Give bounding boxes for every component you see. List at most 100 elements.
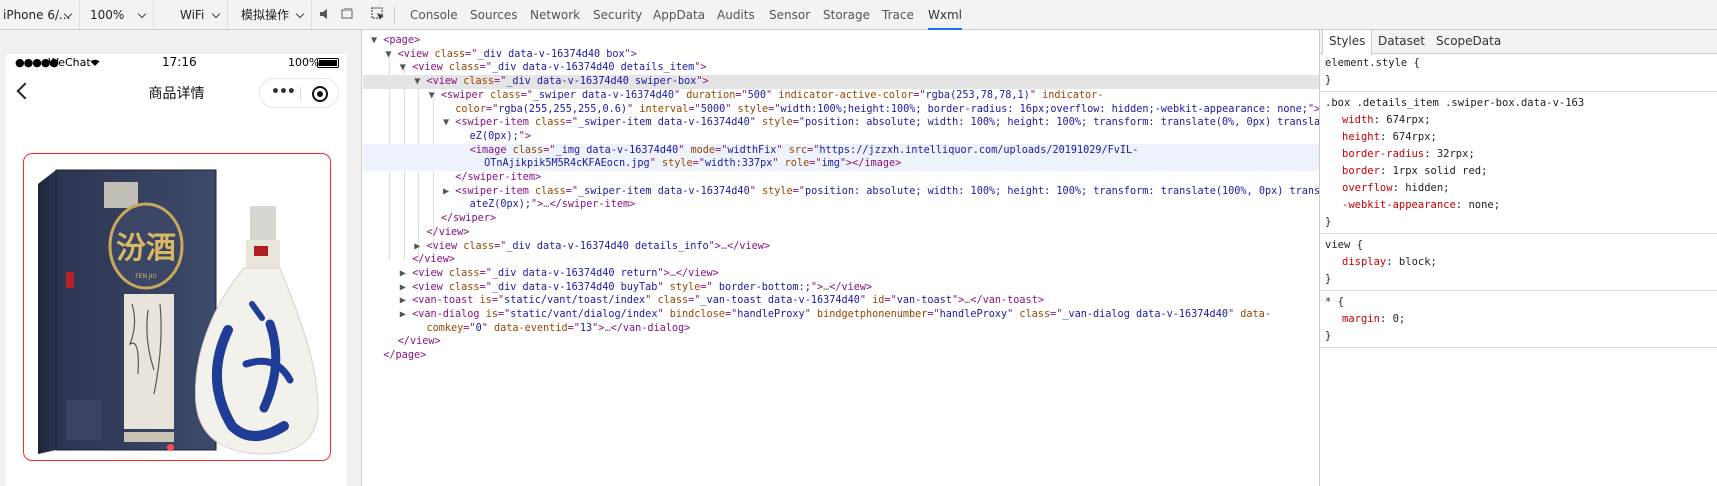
css-declaration[interactable]: width: 674rpx; [1342, 112, 1431, 129]
phone-screen: ●●●●● WeChat 17:16 100% 商品详情 ••• 汾酒 FEN … [6, 54, 347, 486]
expand-triangle-icon[interactable]: ▼ [429, 90, 441, 101]
wxml-token: "> [694, 62, 707, 74]
css-selector[interactable]: view { [1325, 237, 1363, 254]
css-property-value[interactable]: 674rpx; [1386, 114, 1430, 126]
tab-network[interactable]: Network [530, 0, 580, 30]
expand-triangle-icon[interactable]: ▼ [443, 117, 455, 128]
wxml-node-line[interactable]: ▼ <swiper class="_swiper data-v-16374d40… [363, 89, 1319, 103]
css-property-value[interactable]: block; [1399, 256, 1437, 268]
wxml-token: </van-dialog> [610, 322, 691, 334]
sound-icon[interactable] [318, 7, 332, 21]
wxml-node-line[interactable]: ▼ <swiper-item class="_swiper-item data-… [363, 116, 1319, 130]
wxml-token: _van-dialog data-v-16374d40 [1062, 309, 1228, 320]
network-select[interactable]: WiFi [160, 0, 228, 29]
wxml-node-line[interactable]: color="rgba(255,255,255,0.6)" interval="… [363, 103, 1319, 117]
wxml-node-line[interactable]: ateZ(0px);">…</swiper-item> [363, 198, 1319, 212]
css-property-value[interactable]: 1rpx solid red; [1393, 165, 1488, 177]
wxml-node-line[interactable]: </view> [363, 253, 1319, 267]
wxml-node-line[interactable]: </view> [363, 335, 1319, 349]
close-target-icon[interactable] [312, 86, 328, 102]
styles-tab-styles[interactable]: Styles [1322, 30, 1373, 55]
css-declaration[interactable]: border-radius: 32rpx; [1342, 146, 1475, 163]
devtools-toolbar: iPhone 6/... 100% WiFi 模拟操作 Console Sourc… [0, 0, 1717, 30]
wxml-node-line[interactable]: OTnAjikpik5M5R4cKFAEocn.jpg" style="widt… [363, 157, 1319, 172]
css-rule-close: } [1325, 273, 1332, 285]
wxml-node-line[interactable]: </view> [363, 226, 1319, 240]
css-property-name[interactable]: border-radius [1342, 148, 1424, 160]
styles-tab-scopedata[interactable]: ScopeData [1430, 30, 1507, 54]
wxml-node-line[interactable]: ▶ <swiper-item class="_swiper-item data-… [363, 185, 1319, 199]
css-property-name[interactable]: border [1342, 165, 1380, 177]
swiper-indicator-dot[interactable] [167, 444, 174, 451]
css-declaration[interactable]: -webkit-appearance: none; [1342, 197, 1500, 214]
collapsed-triangle-icon[interactable]: ▶ [400, 309, 412, 320]
expand-triangle-icon[interactable]: ▼ [385, 49, 397, 60]
tab-audits[interactable]: Audits [717, 0, 755, 30]
window-icon[interactable] [340, 7, 354, 21]
tab-sensor[interactable]: Sensor [769, 0, 810, 30]
collapsed-triangle-icon[interactable]: ▶ [400, 282, 412, 293]
wxml-node-line[interactable]: </swiper> [363, 212, 1319, 226]
wxml-node-line[interactable]: ▼ <view class="_div data-v-16374d40 swip… [363, 75, 1319, 90]
css-declaration[interactable]: overflow: hidden; [1342, 180, 1450, 197]
collapsed-triangle-icon[interactable]: ▶ [443, 186, 455, 197]
product-swiper[interactable]: 汾酒 FEN JIU [23, 153, 331, 461]
wxml-token: "> [624, 48, 637, 60]
capsule-menu[interactable]: ••• [259, 78, 339, 108]
css-declaration[interactable]: border: 1rpx solid red; [1342, 163, 1487, 180]
wxml-node-line[interactable]: ▶ <view class="_div data-v-16374d40 buyT… [363, 281, 1319, 295]
css-property-name[interactable]: height [1342, 131, 1380, 143]
collapsed-triangle-icon[interactable]: ▶ [400, 295, 412, 306]
wxml-node-line[interactable]: </swiper-item> [363, 171, 1319, 185]
styles-tab-dataset[interactable]: Dataset [1372, 30, 1431, 54]
more-dots-icon[interactable]: ••• [271, 84, 296, 100]
css-property-value[interactable]: 0; [1393, 313, 1406, 325]
css-declaration[interactable]: margin: 0; [1342, 311, 1405, 328]
css-property-name[interactable]: margin [1342, 313, 1380, 325]
wxml-node-line[interactable]: <image class="_img data-v-16374d40" mode… [363, 143, 1319, 158]
css-rule-close: } [1325, 216, 1332, 228]
tab-console[interactable]: Console [410, 0, 458, 30]
css-property-value[interactable]: hidden; [1405, 182, 1449, 194]
wxml-node-line[interactable]: </page> [363, 349, 1319, 363]
collapsed-triangle-icon[interactable]: ▶ [414, 241, 426, 252]
operation-select[interactable]: 模拟操作 [234, 0, 312, 29]
tab-appdata[interactable]: AppData [653, 0, 705, 30]
wxml-token: <van-dialog [412, 309, 486, 320]
wxml-node-line[interactable]: ▼ <view class="_div data-v-16374d40 deta… [363, 61, 1319, 75]
css-property-value[interactable]: 674rpx; [1393, 131, 1437, 143]
tab-trace[interactable]: Trace [882, 0, 914, 30]
expand-triangle-icon[interactable]: ▼ [371, 35, 383, 46]
wxml-token: " [1227, 309, 1241, 320]
device-select[interactable]: iPhone 6/... [0, 0, 80, 29]
css-property-value[interactable]: none; [1468, 199, 1500, 211]
zoom-select[interactable]: 100% [86, 0, 154, 29]
wxml-node-line[interactable]: ▼ <page> [363, 34, 1319, 48]
wxml-node-line[interactable]: ▶ <van-toast is="static/vant/toast/index… [363, 294, 1319, 308]
expand-triangle-icon[interactable]: ▼ [400, 62, 412, 73]
css-selector[interactable]: * { [1325, 294, 1344, 311]
tab-sources[interactable]: Sources [470, 0, 517, 30]
wxml-token: <view [426, 240, 464, 252]
tab-storage[interactable]: Storage [823, 0, 870, 30]
wxml-node-line[interactable]: comkey="0" data-eventid="13">…</van-dial… [363, 322, 1319, 336]
css-property-name[interactable]: -webkit-appearance [1342, 199, 1456, 211]
css-declaration[interactable]: height: 674rpx; [1342, 129, 1437, 146]
css-selector[interactable]: .box .details_item .swiper-box.data-v-16… [1325, 95, 1584, 112]
wxml-node-line[interactable]: ▶ <view class="_div data-v-16374d40 deta… [363, 240, 1319, 254]
css-property-name[interactable]: display [1342, 256, 1386, 268]
css-selector[interactable]: element.style { [1325, 55, 1420, 72]
inspect-element-icon[interactable] [371, 7, 385, 21]
expand-triangle-icon[interactable]: ▼ [414, 76, 426, 87]
css-property-name[interactable]: width [1342, 114, 1374, 126]
css-declaration[interactable]: display: block; [1342, 254, 1437, 271]
collapsed-triangle-icon[interactable]: ▶ [400, 268, 412, 279]
wxml-node-line[interactable]: eZ(0px);"> [363, 130, 1319, 144]
css-property-value[interactable]: 32rpx; [1437, 148, 1475, 160]
css-property-name[interactable]: overflow [1342, 182, 1393, 194]
tab-wxml[interactable]: Wxml [928, 0, 962, 30]
tab-security[interactable]: Security [593, 0, 642, 30]
wxml-node-line[interactable]: ▼ <view class="_div data-v-16374d40 box"… [363, 48, 1319, 62]
wxml-node-line[interactable]: ▶ <van-dialog is="static/vant/dialog/ind… [363, 308, 1319, 322]
wxml-node-line[interactable]: ▶ <view class="_div data-v-16374d40 retu… [363, 267, 1319, 281]
